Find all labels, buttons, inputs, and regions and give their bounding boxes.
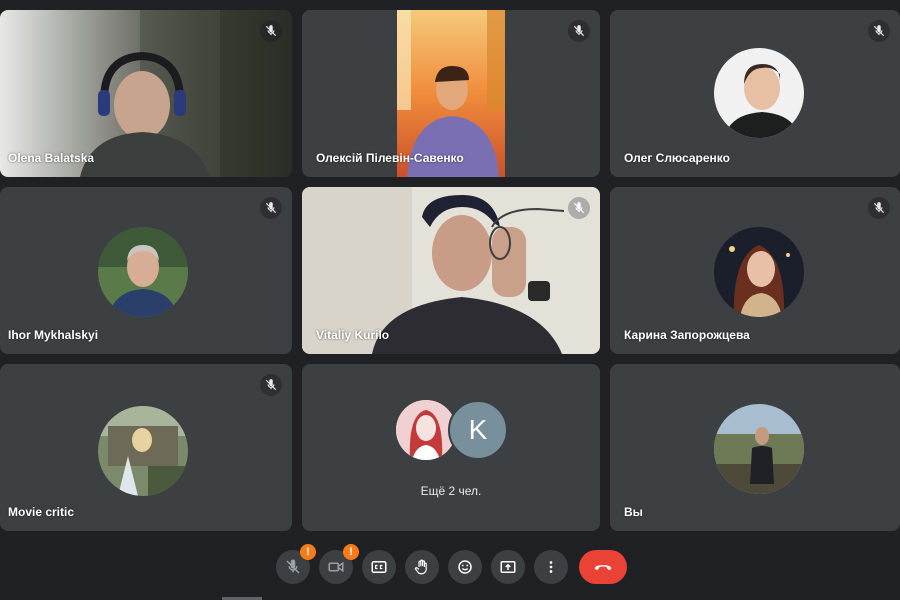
participant-tile-oleksii[interactable]: Олексій Пілевін-Савенко xyxy=(302,10,600,177)
participant-name: Вы xyxy=(624,505,643,519)
participant-tile-movie-critic[interactable]: Movie critic xyxy=(0,364,292,531)
hand-icon xyxy=(414,559,427,575)
participant-avatar xyxy=(98,227,188,317)
participant-tile-karina[interactable]: Карина Запорожцева xyxy=(610,187,900,354)
participant-tile-olena[interactable]: Olena Balatska xyxy=(0,10,292,177)
muted-icon xyxy=(260,20,282,42)
participant-name: Movie critic xyxy=(8,505,75,519)
participant-avatar xyxy=(714,227,804,317)
muted-icon xyxy=(568,197,590,219)
participant-name: Олег Слюсаренко xyxy=(624,151,730,165)
k-avatar: K xyxy=(448,400,508,460)
participant-avatar xyxy=(714,48,804,138)
captions-button[interactable] xyxy=(362,550,396,584)
mic-off-icon xyxy=(286,559,300,574)
participant-tile-vitaliy[interactable]: Vitaliy Kurilo xyxy=(302,187,600,354)
muted-icon xyxy=(260,197,282,219)
muted-icon xyxy=(868,197,890,219)
participant-avatar xyxy=(98,406,188,496)
mic-button[interactable]: ! xyxy=(276,544,316,584)
muted-icon xyxy=(260,374,282,396)
participant-avatar xyxy=(396,400,456,460)
end-call-button[interactable] xyxy=(579,550,627,584)
more-vert-icon xyxy=(549,561,553,573)
muted-icon xyxy=(868,20,890,42)
self-tile[interactable]: Вы xyxy=(610,364,900,531)
self-avatar xyxy=(714,404,804,494)
raise-hand-button[interactable] xyxy=(405,550,439,584)
camera-warning-badge: ! xyxy=(343,544,359,560)
present-screen-button[interactable] xyxy=(491,550,525,584)
participant-name: Vitaliy Kurilo xyxy=(316,328,390,342)
more-options-button[interactable] xyxy=(534,550,568,584)
participant-name: Olena Balatska xyxy=(8,151,95,165)
camera-button[interactable]: ! xyxy=(319,544,359,584)
emoji-button[interactable] xyxy=(448,550,482,584)
hang-up-icon xyxy=(594,565,612,571)
smile-icon xyxy=(458,560,472,574)
participant-tile-ihor[interactable]: Ihor Mykhalskyi xyxy=(0,187,292,354)
camera-off-icon xyxy=(328,561,344,573)
participant-name: Олексій Пілевін-Савенко xyxy=(316,151,464,165)
mic-warning-badge: ! xyxy=(300,544,316,560)
closed-captions-icon xyxy=(371,561,387,573)
participant-tile-oleh[interactable]: Олег Слюсаренко xyxy=(610,10,900,177)
call-controls-bar: ! ! xyxy=(0,536,900,600)
muted-icon xyxy=(568,20,590,42)
more-participants-label: Ещё 2 чел. xyxy=(420,484,482,498)
present-icon xyxy=(500,561,516,573)
more-participants-tile[interactable]: K Ещё 2 чел. xyxy=(302,364,600,531)
participant-name: Ihor Mykhalskyi xyxy=(8,328,99,342)
participant-name: Карина Запорожцева xyxy=(624,328,750,342)
